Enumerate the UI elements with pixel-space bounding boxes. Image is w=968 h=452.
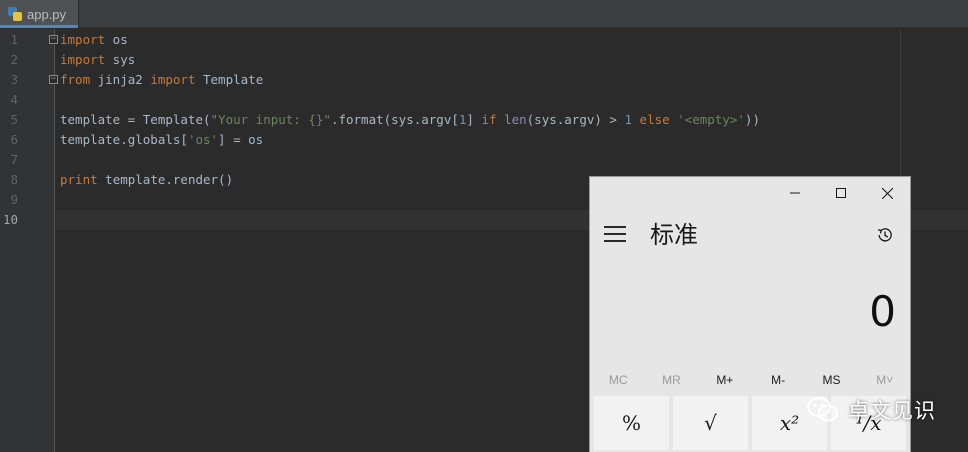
code-text: template = Template("Your input: {}".for… xyxy=(60,112,760,127)
tab-app-py[interactable]: app.py xyxy=(0,0,80,28)
line-number: 7 xyxy=(10,152,18,167)
line-number: 8 xyxy=(10,172,18,187)
code-line: 5 template = Template("Your input: {}".f… xyxy=(0,110,968,130)
square-root-button[interactable]: √ xyxy=(673,396,748,450)
line-number: 1 xyxy=(10,32,18,47)
code-line: 7 xyxy=(0,150,968,170)
history-icon[interactable] xyxy=(876,226,894,244)
line-number: 9 xyxy=(10,192,18,207)
memory-store-button[interactable]: MS xyxy=(806,367,856,393)
memory-list-button[interactable]: M˅ xyxy=(860,367,910,393)
calculator-mode-title: 标准 xyxy=(650,221,698,249)
minimize-icon[interactable] xyxy=(772,177,818,209)
code-text: print template.render() xyxy=(60,172,234,187)
line-number: 4 xyxy=(10,92,18,107)
fold-end-icon[interactable]: − xyxy=(49,75,58,84)
memory-recall-button[interactable]: MR xyxy=(646,367,696,393)
line-number: 3 xyxy=(10,72,18,87)
watermark-text: 卓文见识 xyxy=(848,399,936,423)
line-number: 5 xyxy=(10,112,18,127)
code-line: 3 − from jinja2 import Template xyxy=(0,70,968,90)
percent-button[interactable]: % xyxy=(594,396,669,450)
maximize-icon[interactable] xyxy=(818,177,864,209)
close-icon[interactable] xyxy=(864,177,910,209)
editor-tab-bar: app.py xyxy=(0,0,968,28)
line-number: 2 xyxy=(10,52,18,67)
line-number: 6 xyxy=(10,132,18,147)
python-file-icon xyxy=(8,7,22,21)
memory-clear-button[interactable]: MC xyxy=(593,367,643,393)
wechat-logo-icon xyxy=(807,397,838,422)
code-line: 6 template.globals['os'] = os xyxy=(0,130,968,150)
code-line: 1 − import os xyxy=(0,30,968,50)
calculator-display: 0 xyxy=(869,287,896,336)
fold-minus-icon[interactable]: − xyxy=(49,35,58,44)
code-text: template.globals['os'] = os xyxy=(60,132,264,147)
watermark: 卓文见识 xyxy=(806,393,936,427)
code-text: import sys xyxy=(60,52,136,67)
code-line: 2 import sys xyxy=(0,50,968,70)
line-number: 10 xyxy=(2,212,18,227)
tab-label: app.py xyxy=(27,6,67,22)
code-text: from jinja2 import Template xyxy=(60,72,264,87)
memory-add-button[interactable]: M+ xyxy=(700,367,750,393)
memory-buttons-row: MC MR M+ M- MS M˅ xyxy=(590,367,910,393)
memory-subtract-button[interactable]: M- xyxy=(753,367,803,393)
code-text: import os xyxy=(60,32,128,47)
window-controls xyxy=(772,177,910,209)
hamburger-menu-icon[interactable] xyxy=(604,226,626,242)
code-line: 4 xyxy=(0,90,968,110)
